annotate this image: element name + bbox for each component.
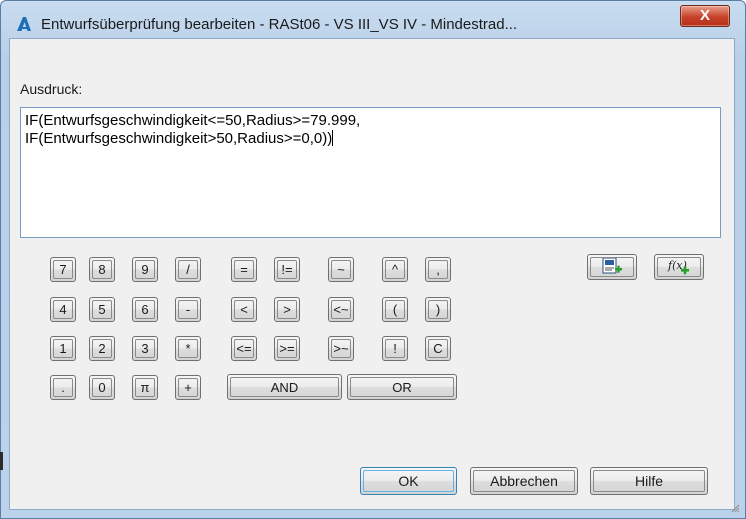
- or-button[interactable]: OR: [347, 374, 457, 400]
- window-edge-marker: [0, 452, 3, 470]
- expression-label: Ausdruck:: [20, 81, 83, 97]
- key-greater-than[interactable]: >: [274, 297, 300, 322]
- key-open-paren[interactable]: (: [382, 297, 408, 322]
- key-less-than[interactable]: <: [231, 297, 257, 322]
- key-9[interactable]: 9: [132, 257, 158, 282]
- key-power[interactable]: ^: [382, 257, 408, 282]
- key-plus[interactable]: +: [175, 375, 201, 400]
- key-multiply[interactable]: *: [175, 336, 201, 361]
- key-7[interactable]: 7: [50, 257, 76, 282]
- insert-property-icon: [602, 257, 622, 274]
- cancel-button[interactable]: Abbrechen: [470, 467, 578, 495]
- key-close-paren[interactable]: ): [425, 297, 451, 322]
- key-equals[interactable]: =: [231, 257, 257, 282]
- key-pi[interactable]: π: [132, 375, 158, 400]
- key-0[interactable]: 0: [89, 375, 115, 400]
- insert-property-button[interactable]: [587, 254, 637, 280]
- civil3d-app-icon: [17, 17, 31, 31]
- key-greater-tilde[interactable]: >~: [328, 336, 354, 361]
- key-5[interactable]: 5: [89, 297, 115, 322]
- key-4[interactable]: 4: [50, 297, 76, 322]
- expression-line-2: IF(Entwurfsgeschwindigkeit>50,Radius>=0,…: [25, 130, 333, 147]
- text-caret: [332, 130, 334, 146]
- key-less-equal[interactable]: <=: [231, 336, 257, 361]
- window-title: Entwurfsüberprüfung bearbeiten - RASt06 …: [41, 16, 518, 33]
- expression-textarea[interactable]: IF(Entwurfsgeschwindigkeit<=50,Radius>=7…: [20, 107, 721, 238]
- key-minus[interactable]: -: [175, 297, 201, 322]
- title-bar[interactable]: Entwurfsüberprüfung bearbeiten - RASt06 …: [1, 1, 745, 39]
- key-not[interactable]: !: [382, 336, 408, 361]
- and-button[interactable]: AND: [227, 374, 342, 400]
- key-8[interactable]: 8: [89, 257, 115, 282]
- key-decimal[interactable]: .: [50, 375, 76, 400]
- key-6[interactable]: 6: [132, 297, 158, 322]
- help-button[interactable]: Hilfe: [590, 467, 708, 495]
- key-comma[interactable]: ,: [425, 257, 451, 282]
- insert-function-button[interactable]: f(x): [654, 254, 704, 280]
- key-clear[interactable]: C: [425, 336, 451, 361]
- key-2[interactable]: 2: [89, 336, 115, 361]
- key-less-tilde[interactable]: <~: [328, 297, 354, 322]
- key-3[interactable]: 3: [132, 336, 158, 361]
- key-divide[interactable]: /: [175, 257, 201, 282]
- close-button[interactable]: X: [680, 5, 730, 27]
- key-not-equal[interactable]: !=: [274, 257, 300, 282]
- key-tilde[interactable]: ~: [328, 257, 354, 282]
- resize-grip-icon[interactable]: [730, 503, 740, 513]
- key-1[interactable]: 1: [50, 336, 76, 361]
- ok-button[interactable]: OK: [360, 467, 457, 495]
- insert-function-icon: f(x): [667, 259, 689, 275]
- key-greater-equal[interactable]: >=: [274, 336, 300, 361]
- expression-line-1: IF(Entwurfsgeschwindigkeit<=50,Radius>=7…: [25, 112, 361, 129]
